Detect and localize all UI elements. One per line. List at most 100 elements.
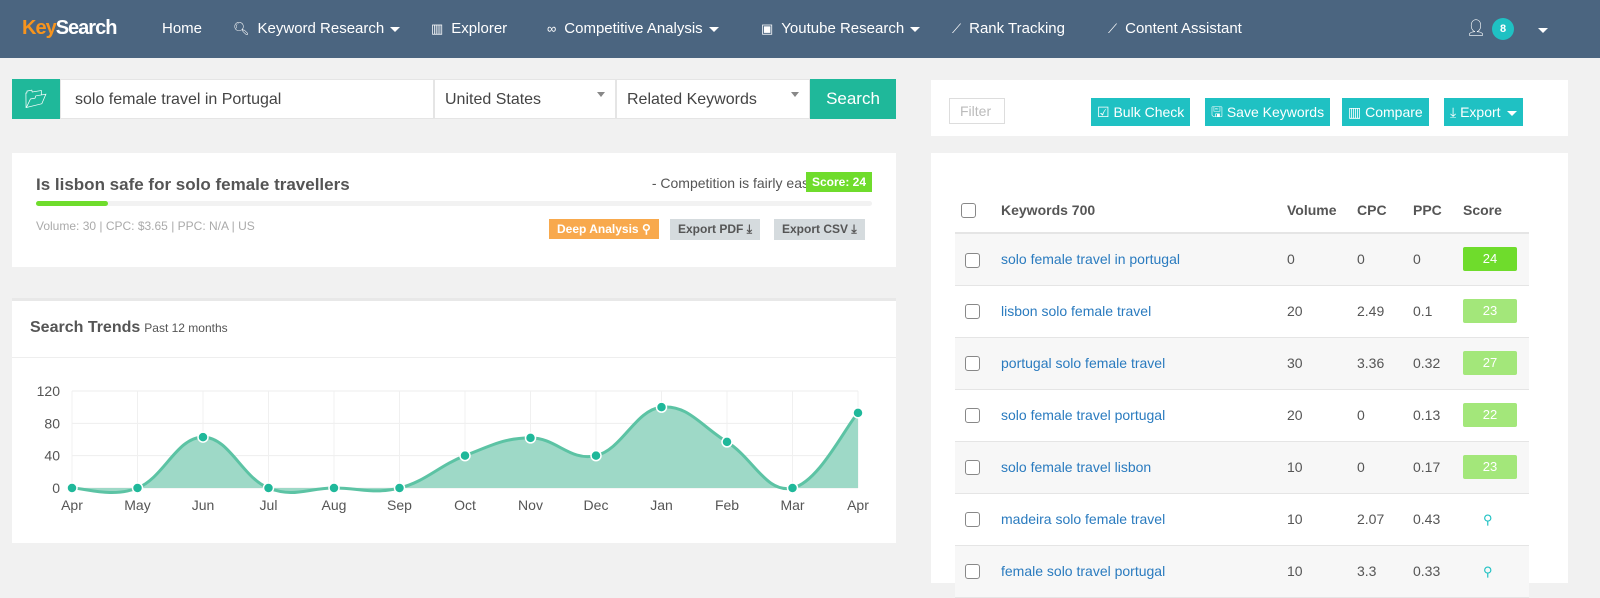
export-button[interactable]: ⤓ Export <box>1444 98 1523 126</box>
data-point <box>393 482 406 494</box>
volume-cell: 30 <box>1287 337 1357 390</box>
nav-explorer[interactable]: ▥ Explorer <box>431 20 507 37</box>
keyword-link[interactable]: solo female travel lisbon <box>1001 459 1151 475</box>
x-tick-label: Aug <box>322 497 347 513</box>
cpc-cell: 2.49 <box>1357 285 1413 338</box>
export-pdf-button[interactable]: Export PDF ⤓ <box>670 219 760 240</box>
data-point <box>721 436 733 448</box>
user-icon[interactable]: 👤︎ <box>1466 18 1486 38</box>
row-checkbox[interactable] <box>965 304 980 320</box>
nav-content-assistant[interactable]: ⟋ Content Assistant <box>1108 20 1242 37</box>
search-icon: ⚲ <box>641 222 651 236</box>
save-keywords-button[interactable]: 🖫 Save Keywords <box>1205 98 1331 126</box>
col-score[interactable]: Score <box>1463 187 1529 234</box>
search-bar: 📂︎ solo female travel in Portugal United… <box>12 79 896 119</box>
x-tick-label: Apr <box>61 497 83 513</box>
bulk-check-button[interactable]: ☑ Bulk Check <box>1091 98 1191 126</box>
country-select[interactable]: United States <box>434 79 616 119</box>
data-point <box>655 401 668 413</box>
data-point <box>590 449 602 462</box>
mode-select[interactable]: Related Keywords <box>616 79 810 119</box>
nav-home[interactable]: Home <box>162 20 202 37</box>
row-checkbox[interactable] <box>965 252 980 268</box>
row-checkbox[interactable] <box>965 460 980 476</box>
filter-input[interactable]: Filter <box>949 98 1005 124</box>
folder-open-icon[interactable]: 📂︎ <box>12 79 60 119</box>
download-icon: ⤓ <box>851 222 857 236</box>
data-point <box>852 407 864 419</box>
account-caret-icon[interactable] <box>1538 28 1548 33</box>
table-row: madeira solo female travel 10 2.07 0.43 … <box>955 493 1529 546</box>
x-tick-label: Jun <box>192 497 215 513</box>
download-icon: ⤓ <box>746 222 752 236</box>
search-icon[interactable]: ⚲ <box>1463 512 1493 527</box>
download-icon: ⤓ <box>1450 104 1457 120</box>
ppc-cell: 0 <box>1413 233 1463 286</box>
caret-down-icon <box>1506 110 1517 116</box>
save-icon: 🖫 <box>1211 104 1223 120</box>
search-button[interactable]: Search <box>810 79 896 119</box>
data-point <box>328 482 340 494</box>
cpc-cell: 3.36 <box>1357 337 1413 390</box>
bar-chart-icon: ▥ <box>1348 104 1362 120</box>
row-checkbox[interactable] <box>965 512 980 528</box>
ppc-cell: 0.17 <box>1413 441 1463 494</box>
keyword-summary-card: Is lisbon safe for solo female traveller… <box>12 153 896 267</box>
deep-analysis-button[interactable]: Deep Analysis ⚲ <box>549 219 659 239</box>
x-tick-label: Feb <box>715 497 739 513</box>
keyword-link[interactable]: solo female travel portugal <box>1001 407 1165 423</box>
col-volume[interactable]: Volume <box>1287 187 1357 234</box>
score-badge: 23 <box>1463 299 1517 323</box>
nav-keyword-research[interactable]: 🔍︎ Keyword Research <box>233 20 401 37</box>
keyword-link[interactable]: lisbon solo female travel <box>1001 303 1151 319</box>
compare-button[interactable]: ▥ Compare <box>1342 98 1429 126</box>
x-tick-label: Oct <box>454 497 476 513</box>
caret-down-icon <box>390 26 401 32</box>
keyword-link[interactable]: madeira solo female travel <box>1001 511 1165 527</box>
competition-text: - Competition is fairly easy <box>651 175 816 191</box>
search-icon[interactable]: ⚲ <box>1463 564 1493 579</box>
row-checkbox[interactable] <box>965 356 980 372</box>
table-row: female solo travel portugal 10 3.3 0.33 … <box>955 545 1529 598</box>
cpc-cell: 0 <box>1357 441 1413 494</box>
table-row: portugal solo female travel 30 3.36 0.32… <box>955 337 1529 390</box>
keyword-link[interactable]: solo female travel in portugal <box>1001 251 1180 267</box>
col-ppc[interactable]: PPC <box>1413 187 1463 234</box>
score-progress-bar <box>36 201 872 206</box>
row-checkbox[interactable] <box>965 564 980 580</box>
ppc-cell: 0.33 <box>1413 545 1463 598</box>
x-tick-label: Dec <box>584 497 609 513</box>
nav-rank-tracking[interactable]: ⟋ Rank Tracking <box>952 20 1065 37</box>
keyword-link[interactable]: portugal solo female travel <box>1001 355 1165 371</box>
data-point <box>524 432 537 444</box>
data-point <box>131 482 144 494</box>
select-all-checkbox[interactable] <box>961 202 976 218</box>
y-tick-label: 120 <box>37 383 61 399</box>
x-tick-label: Mar <box>780 497 804 513</box>
save-icon: ▣ <box>761 21 774 36</box>
line-chart-icon: ⟋ <box>1108 21 1118 36</box>
notification-badge[interactable]: 8 <box>1492 18 1514 40</box>
trends-title: Search Trends Past 12 months <box>30 319 228 336</box>
col-keywords[interactable]: Keywords 700 <box>1001 187 1287 234</box>
row-checkbox[interactable] <box>965 408 980 424</box>
keyword-toolbar: Filter ☑ Bulk Check 🖫 Save Keywords ▥ Co… <box>931 80 1568 136</box>
cpc-cell: 0 <box>1357 233 1413 286</box>
cpc-cell: 3.3 <box>1357 545 1413 598</box>
export-csv-button[interactable]: Export CSV ⤓ <box>774 219 865 240</box>
keyword-input[interactable]: solo female travel in Portugal <box>60 79 434 119</box>
ppc-cell: 0.43 <box>1413 493 1463 546</box>
keysearch-logo[interactable]: KeySearch <box>22 17 117 40</box>
volume-cell: 20 <box>1287 285 1357 338</box>
nav-youtube-research[interactable]: ▣ Youtube Research <box>761 20 921 37</box>
score-badge: 22 <box>1463 403 1517 427</box>
keyword-meta: Volume: 30 | CPC: $3.65 | PPC: N/A | US <box>36 219 255 233</box>
score-badge: Score: 24 <box>805 172 872 192</box>
ppc-cell: 0.13 <box>1413 389 1463 442</box>
top-navbar: KeySearch Home 🔍︎ Keyword Research ▥ Explo… <box>0 0 1600 58</box>
x-tick-label: Sep <box>387 497 412 513</box>
nav-competitive-analysis[interactable]: ∞ Competitive Analysis <box>547 20 719 37</box>
score-badge: 24 <box>1463 247 1517 272</box>
col-cpc[interactable]: CPC <box>1357 187 1413 234</box>
x-tick-label: Apr <box>847 497 869 513</box>
